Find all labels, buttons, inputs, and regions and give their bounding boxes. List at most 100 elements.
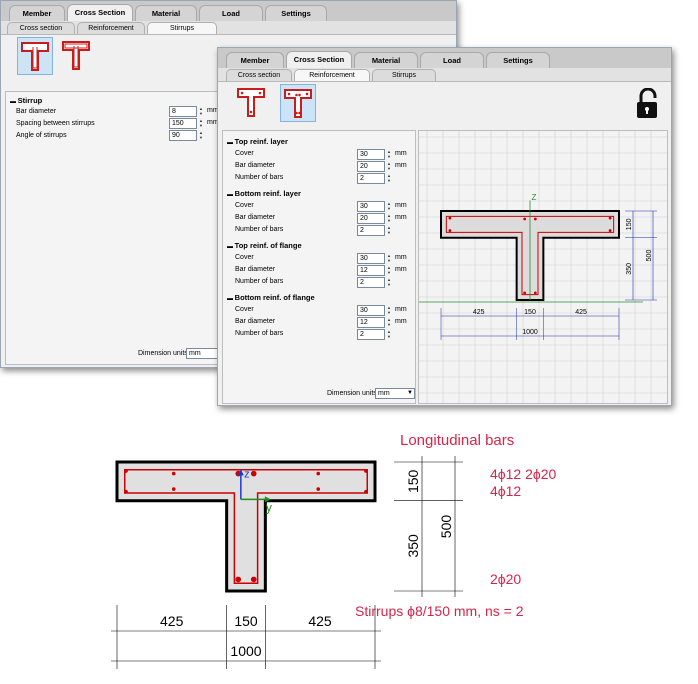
tab-member[interactable]: Member <box>9 5 65 21</box>
section-header-1[interactable]: ▬ Bottom reinf. layer <box>227 189 301 198</box>
t-section-double-stirrup-icon <box>62 41 90 70</box>
dim-150: 150 <box>234 613 258 629</box>
tab-cross-section[interactable]: Cross Section <box>67 4 133 22</box>
t-section-flange-bars-button[interactable] <box>280 84 316 122</box>
main-tabbar: Member Cross Section Material Load Setti… <box>1 1 456 22</box>
field-spinner[interactable]: ▲ ▼ <box>386 329 392 339</box>
sub-tabbar: Cross section Reinforcement Stirrups <box>218 68 671 82</box>
subtab-stirrups[interactable]: Stirrups <box>372 69 436 81</box>
rebar <box>235 576 242 583</box>
stirrup-bar-diameter-spinner[interactable]: ▲ ▼ <box>198 106 204 116</box>
dim-150-vertical: 150 <box>405 469 421 493</box>
field-input[interactable]: 2 <box>357 277 385 288</box>
preview-dim-150: 150 <box>524 309 536 316</box>
field-spinner[interactable]: ▲ ▼ <box>386 149 392 159</box>
tab-cross-section[interactable]: Cross Section <box>286 51 352 69</box>
stirrup-angle-spinner[interactable]: ▲ ▼ <box>198 130 204 140</box>
preview-dim-1000: 1000 <box>522 329 538 336</box>
field-input[interactable]: 2 <box>357 173 385 184</box>
field-input[interactable]: 30 <box>357 149 385 160</box>
section-outline <box>115 460 377 593</box>
subtab-cross-section[interactable]: Cross section <box>226 69 292 81</box>
field-input[interactable]: 20 <box>357 161 385 172</box>
preview-rebar <box>533 217 537 221</box>
t-section-bars-button[interactable] <box>234 84 268 120</box>
stirrup-section-header[interactable]: ▬ Stirrup <box>10 96 42 105</box>
tab-load[interactable]: Load <box>199 5 263 21</box>
z-axis-label: z <box>244 468 250 480</box>
rebar <box>250 470 257 477</box>
field-input[interactable]: 30 <box>357 253 385 264</box>
rebar <box>316 471 321 476</box>
stirrup-outline <box>123 468 369 585</box>
tab-settings[interactable]: Settings <box>265 5 327 21</box>
preview-rebar <box>523 291 527 295</box>
main-tabbar: Member Cross Section Material Load Setti… <box>218 48 671 69</box>
subtab-reinforcement[interactable]: Reinforcement <box>77 22 145 34</box>
stirrup-spacing-input[interactable]: 150 <box>169 118 197 129</box>
field-spinner[interactable]: ▲ ▼ <box>386 253 392 263</box>
preview-canvas: Z 425 150 425 1000 150 350 500 <box>419 131 667 403</box>
field-spinner[interactable]: ▲ ▼ <box>386 265 392 275</box>
dimension-units-label: Dimension units: <box>327 390 379 397</box>
subtab-cross-section[interactable]: Cross section <box>7 22 75 34</box>
bars-top-text: 4ϕ12 2ϕ20 <box>490 466 557 482</box>
preview-rebar <box>448 216 452 220</box>
field-label: Bar diameter <box>235 266 276 273</box>
tab-settings[interactable]: Settings <box>486 52 550 68</box>
field-input[interactable]: 30 <box>357 201 385 212</box>
stirrup-bar-diameter-input[interactable]: 8 <box>169 106 197 117</box>
unit-label: mm <box>395 162 407 169</box>
field-input[interactable]: 12 <box>357 265 385 276</box>
field-label: Cover <box>235 254 254 261</box>
field-spinner[interactable]: ▲ ▼ <box>386 201 392 211</box>
subtab-reinforcement[interactable]: Reinforcement <box>294 69 370 81</box>
field-label: Cover <box>235 202 254 209</box>
angle-label: Angle of stirrups <box>16 132 67 139</box>
sub-tabbar: Cross section Reinforcement Stirrups <box>1 21 456 35</box>
field-label: Bar diameter <box>235 162 276 169</box>
dim-350-vertical: 350 <box>405 534 421 558</box>
field-input[interactable]: 30 <box>357 305 385 316</box>
bars-flange-bottom-text: 4ϕ12 <box>490 483 522 499</box>
dim-425-right: 425 <box>308 613 332 629</box>
preview-rebar <box>523 217 527 221</box>
unit-label: mm <box>395 214 407 221</box>
t-section-double-stirrup-button[interactable] <box>59 37 93 73</box>
field-spinner[interactable]: ▲ ▼ <box>386 277 392 287</box>
stirrup-spacing-spinner[interactable]: ▲ ▼ <box>198 118 204 128</box>
field-spinner[interactable]: ▲ ▼ <box>386 161 392 171</box>
unlock-button[interactable] <box>635 87 661 120</box>
field-input[interactable]: 2 <box>357 329 385 340</box>
field-spinner[interactable]: ▲ ▼ <box>386 225 392 235</box>
field-input[interactable]: 12 <box>357 317 385 328</box>
z-axis-head <box>237 469 244 476</box>
field-input[interactable]: 2 <box>357 225 385 236</box>
tab-load[interactable]: Load <box>420 52 484 68</box>
section-header-3[interactable]: ▬ Bottom reinf. of flange <box>227 293 315 302</box>
field-label: Bar diameter <box>235 318 276 325</box>
field-input[interactable]: 20 <box>357 213 385 224</box>
field-label: Number of bars <box>235 226 284 233</box>
field-label: Cover <box>235 150 254 157</box>
t-section-stirrup-button[interactable] <box>17 37 53 75</box>
stirrup-angle-input[interactable]: 90 <box>169 130 197 141</box>
subtab-stirrups[interactable]: Stirrups <box>147 22 217 34</box>
tab-material[interactable]: Material <box>354 52 418 68</box>
tab-member[interactable]: Member <box>226 52 284 68</box>
field-spinner[interactable]: ▲ ▼ <box>386 173 392 183</box>
section-header-0[interactable]: ▬ Top reinf. layer <box>227 137 288 146</box>
section-header-2[interactable]: ▬ Top reinf. of flange <box>227 241 302 250</box>
unit-label: mm <box>395 202 407 209</box>
field-spinner[interactable]: ▲ ▼ <box>386 213 392 223</box>
stirrup-panel: ▬ Stirrup Bar diameter 8 ▲ ▼ mm Spacing b… <box>5 91 229 365</box>
field-spinner[interactable]: ▲ ▼ <box>386 305 392 315</box>
tab-material[interactable]: Material <box>135 5 197 21</box>
y-axis-head <box>264 496 271 503</box>
field-spinner[interactable]: ▲ ▼ <box>386 317 392 327</box>
preview-rebar <box>448 229 452 232</box>
rebar <box>364 489 368 494</box>
stirrups-text: Stirrups ϕ8/150 mm, ns = 2 <box>355 603 524 619</box>
dimension-units-select[interactable]: mm▼ <box>375 388 415 399</box>
longitudinal-bars-title: Longitudinal bars <box>400 432 515 449</box>
